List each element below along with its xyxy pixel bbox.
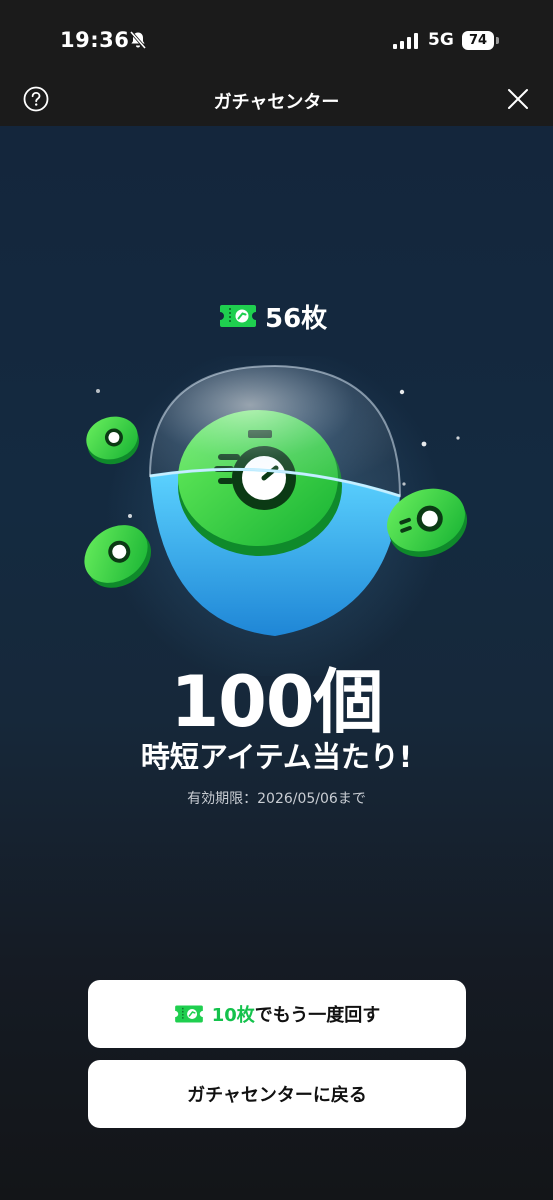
ticket-count-text: 56枚	[265, 303, 328, 334]
network-type: 5G	[428, 30, 454, 50]
back-to-gacha-center-button[interactable]: ガチャセンターに戻る	[88, 1060, 466, 1128]
close-icon[interactable]	[506, 87, 530, 111]
spin-cost: 10枚	[211, 1005, 255, 1026]
battery-icon: 74	[462, 31, 499, 50]
ticket-icon	[220, 305, 256, 327]
ticket-icon	[174, 1005, 203, 1023]
prize-amount: 100個	[170, 661, 383, 743]
bell-slash-icon	[129, 30, 147, 50]
gacha-result-panel: 56枚 100個 時短アイテム当たり! 有効期限：2026/05/06まで 10…	[0, 126, 553, 1200]
signal-icon	[393, 33, 418, 49]
status-time: 19:36	[60, 28, 130, 52]
back-label: ガチャセンターに戻る	[187, 1085, 367, 1106]
status-bar: 19:36 5G 74	[0, 0, 553, 76]
gacha-capsule-illustration	[84, 356, 468, 676]
battery-level: 74	[462, 31, 494, 50]
nav-bar: ガチャセンター	[0, 76, 553, 126]
spin-again-label: でもう一度回す	[254, 1005, 381, 1026]
expiry-date: 有効期限：2026/05/06まで	[187, 791, 366, 807]
spin-again-button[interactable]: 10枚 でもう一度回す	[88, 980, 466, 1048]
page-title: ガチャセンター	[213, 92, 340, 113]
ticket-balance: 56枚	[219, 300, 328, 334]
prize-name: 時短アイテム当たり!	[140, 740, 413, 774]
